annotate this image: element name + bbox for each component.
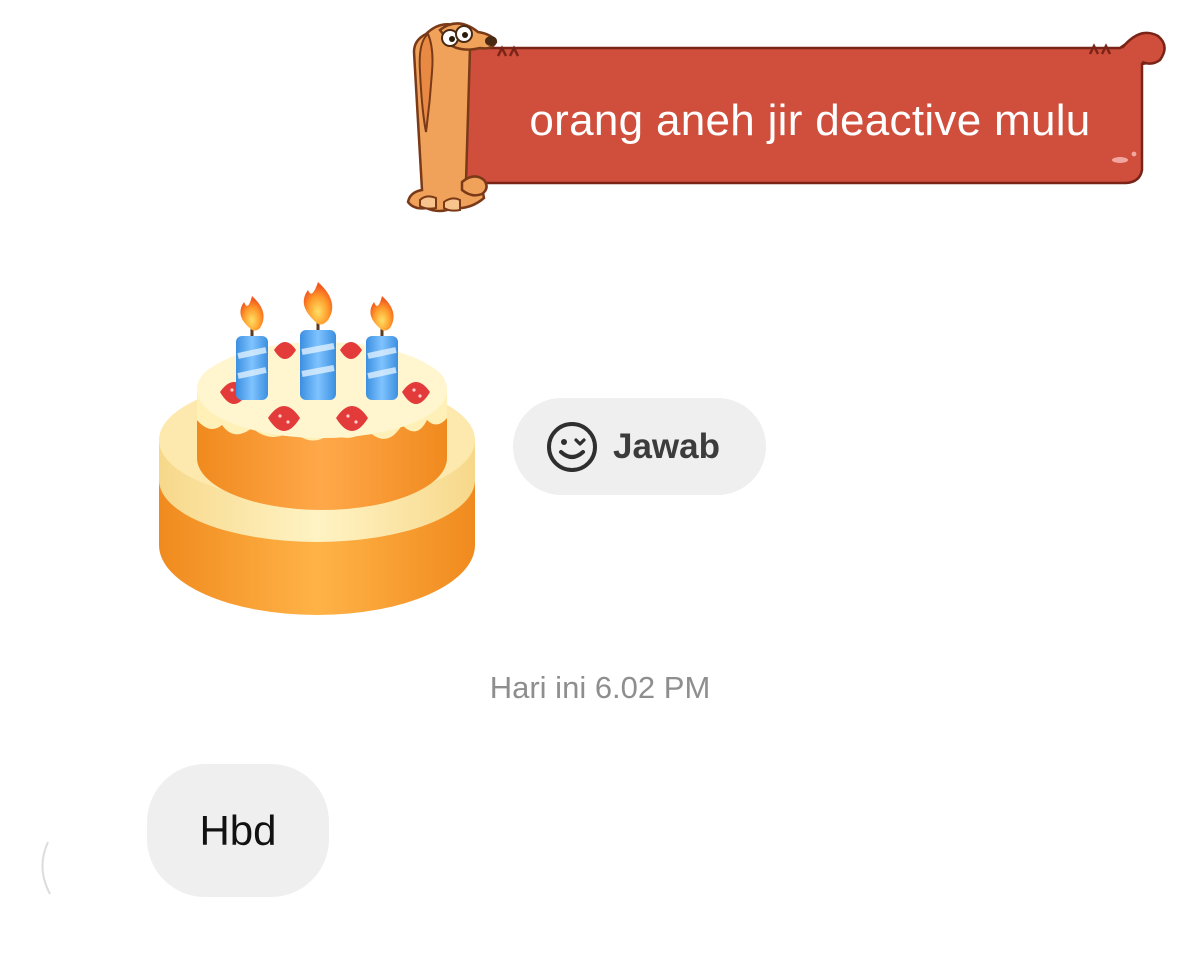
received-message-bubble[interactable]: Hbd bbox=[147, 764, 329, 897]
sticker-caption: orang aneh jir deactive mulu bbox=[529, 96, 1091, 145]
sticker-smiley-icon bbox=[545, 420, 599, 474]
birthday-cake-icon bbox=[159, 282, 475, 615]
avatar[interactable] bbox=[36, 838, 66, 898]
sent-sticker-message[interactable]: orang aneh jir deactive mulu bbox=[400, 12, 1170, 222]
reply-button-label: Jawab bbox=[613, 426, 720, 466]
message-timestamp: Hari ini 6.02 PM bbox=[489, 670, 711, 705]
received-message-text: Hbd bbox=[199, 806, 277, 854]
reply-button[interactable]: Jawab bbox=[513, 398, 766, 495]
birthday-cake-sticker[interactable] bbox=[152, 280, 482, 625]
